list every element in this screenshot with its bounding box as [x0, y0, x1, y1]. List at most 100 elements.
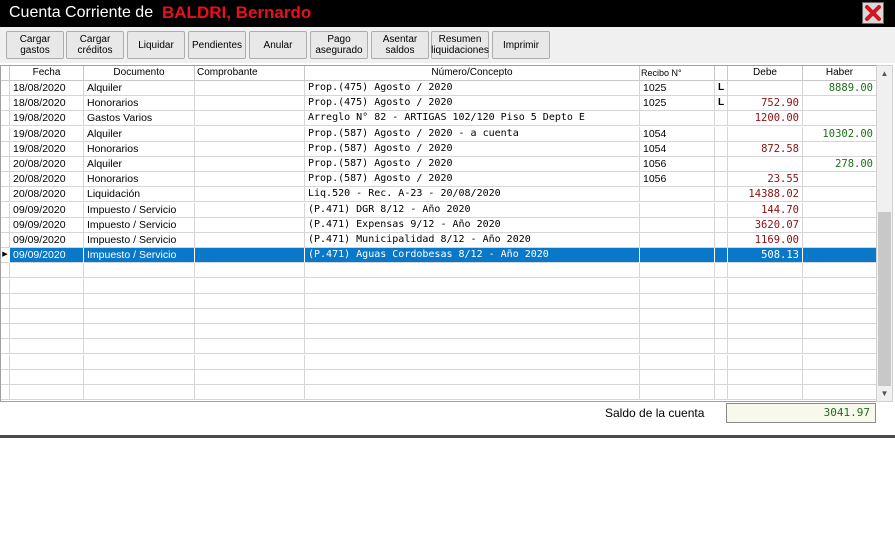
cell-documento: [84, 339, 195, 355]
column-header-haber[interactable]: Haber: [803, 66, 877, 81]
table-row[interactable]: ▶ 09/09/2020 Impuesto / Servicio (P.471) Ag…: [1, 248, 877, 264]
cell-fecha: [10, 309, 84, 324]
detail-panel[interactable]: [0, 438, 895, 552]
table-row[interactable]: 20/08/2020 Honorarios Prop.(587) Agosto / …: [1, 172, 877, 188]
cell-flag: [715, 293, 728, 309]
liquidar-button[interactable]: Liquidar: [127, 31, 185, 59]
cell-haber: [803, 385, 877, 400]
empty-table-row[interactable]: [1, 263, 877, 279]
asentar-saldos-button[interactable]: Asentar saldos: [371, 31, 429, 59]
cell-comprobante: [195, 96, 305, 112]
cell-documento: [84, 293, 195, 309]
cell-debe: [728, 293, 803, 309]
table-row[interactable]: 20/08/2020 Liquidación Liq.520 - Rec. A-23…: [1, 187, 877, 203]
cell-comprobante: [195, 202, 305, 218]
cell-haber: [803, 278, 877, 294]
cell-fecha: [10, 369, 84, 385]
cell-haber: [803, 263, 877, 279]
empty-table-row[interactable]: [1, 293, 877, 309]
cell-debe: [728, 324, 803, 340]
cell-debe: 752.90: [728, 96, 803, 112]
column-header-flag[interactable]: [715, 66, 728, 81]
cell-documento: [84, 309, 195, 324]
cell-comprobante: [195, 354, 305, 370]
cell-documento: [84, 385, 195, 400]
cell-recibo: [640, 111, 715, 127]
row-selector: [1, 81, 10, 96]
table-row[interactable]: 19/08/2020 Honorarios Prop.(587) Agosto / …: [1, 141, 877, 157]
column-header-fecha[interactable]: Fecha: [10, 66, 84, 81]
cell-recibo: [640, 248, 715, 264]
empty-table-row[interactable]: [1, 354, 877, 370]
saldo-label: Saldo de la cuenta: [605, 406, 705, 420]
row-selector: [1, 309, 10, 324]
table-row[interactable]: 18/08/2020 Alquiler Prop.(475) Agosto / 20…: [1, 81, 877, 96]
account-table[interactable]: Fecha Documento Comprobante Número/Conce…: [0, 65, 877, 402]
cell-debe: [728, 157, 803, 172]
row-selector: [1, 293, 10, 309]
table-row[interactable]: 09/09/2020 Impuesto / Servicio (P.471) Exp…: [1, 217, 877, 233]
table-row[interactable]: 18/08/2020 Honorarios Prop.(475) Agosto / …: [1, 96, 877, 112]
cell-fecha: [10, 278, 84, 294]
resumen-liquidaciones-button[interactable]: Resumen liquidaciones: [431, 31, 489, 59]
cell-haber: [803, 354, 877, 370]
row-selector: [1, 126, 10, 142]
cell-recibo: [640, 263, 715, 279]
cell-documento: [84, 369, 195, 385]
scroll-down-icon[interactable]: ▼: [877, 386, 892, 401]
cell-recibo: 1056: [640, 172, 715, 188]
row-selector: [1, 263, 10, 279]
cell-concepto: [305, 278, 640, 294]
empty-table-row[interactable]: [1, 369, 877, 385]
cell-concepto: Prop.(587) Agosto / 2020: [305, 172, 640, 188]
empty-table-row[interactable]: [1, 324, 877, 340]
close-button[interactable]: [862, 2, 884, 24]
cell-fecha: [10, 293, 84, 309]
title-bar: Cuenta Corriente de BALDRI, Bernardo: [0, 0, 895, 27]
column-header-concepto[interactable]: Número/Concepto: [305, 66, 640, 81]
cell-fecha: 18/08/2020: [10, 96, 84, 112]
cell-comprobante: [195, 369, 305, 385]
empty-table-row[interactable]: [1, 309, 877, 324]
cell-fecha: 18/08/2020: [10, 81, 84, 96]
cell-comprobante: [195, 172, 305, 188]
table-row[interactable]: 20/08/2020 Alquiler Prop.(587) Agosto / 20…: [1, 157, 877, 172]
cargar-gastos-button[interactable]: Cargar gastos: [6, 31, 64, 59]
cell-fecha: 09/09/2020: [10, 217, 84, 233]
table-row[interactable]: 19/08/2020 Gastos Varios Arreglo N° 82 - A…: [1, 111, 877, 127]
empty-table-row[interactable]: [1, 385, 877, 400]
row-selector: [1, 202, 10, 218]
cell-haber: [803, 293, 877, 309]
cell-fecha: 09/09/2020: [10, 202, 84, 218]
column-header-recibo[interactable]: Recibo N°: [640, 66, 715, 81]
scrollbar-thumb[interactable]: [878, 212, 891, 386]
cell-concepto: [305, 369, 640, 385]
imprimir-button[interactable]: Imprimir: [492, 31, 550, 59]
cargar-creditos-button[interactable]: Cargar créditos: [66, 31, 124, 59]
pendientes-button[interactable]: Pendientes: [188, 31, 246, 59]
cell-flag: [715, 324, 728, 340]
column-header-documento[interactable]: Documento: [84, 66, 195, 81]
table-row[interactable]: 09/09/2020 Impuesto / Servicio (P.471) Mun…: [1, 233, 877, 248]
cell-flag: [715, 172, 728, 188]
cell-fecha: 19/08/2020: [10, 111, 84, 127]
cell-comprobante: [195, 81, 305, 96]
empty-table-row[interactable]: [1, 278, 877, 294]
column-header-comprobante[interactable]: Comprobante: [195, 66, 305, 81]
pago-asegurado-button[interactable]: Pago asegurado: [310, 31, 368, 59]
cell-comprobante: [195, 157, 305, 172]
table-row[interactable]: 09/09/2020 Impuesto / Servicio (P.471) DGR…: [1, 202, 877, 218]
cell-debe: [728, 369, 803, 385]
cell-fecha: 19/08/2020: [10, 141, 84, 157]
cell-haber: [803, 202, 877, 218]
scroll-up-icon[interactable]: ▲: [877, 66, 892, 81]
vertical-scrollbar[interactable]: ▲ ▼: [876, 65, 893, 402]
anular-button[interactable]: Anular: [249, 31, 307, 59]
empty-table-row[interactable]: [1, 339, 877, 355]
table-row[interactable]: 19/08/2020 Alquiler Prop.(587) Agosto / 20…: [1, 126, 877, 142]
cell-fecha: 09/09/2020: [10, 233, 84, 248]
cell-recibo: [640, 278, 715, 294]
column-header-debe[interactable]: Debe: [728, 66, 803, 81]
cell-debe: 872.58: [728, 141, 803, 157]
row-selector: [1, 324, 10, 340]
